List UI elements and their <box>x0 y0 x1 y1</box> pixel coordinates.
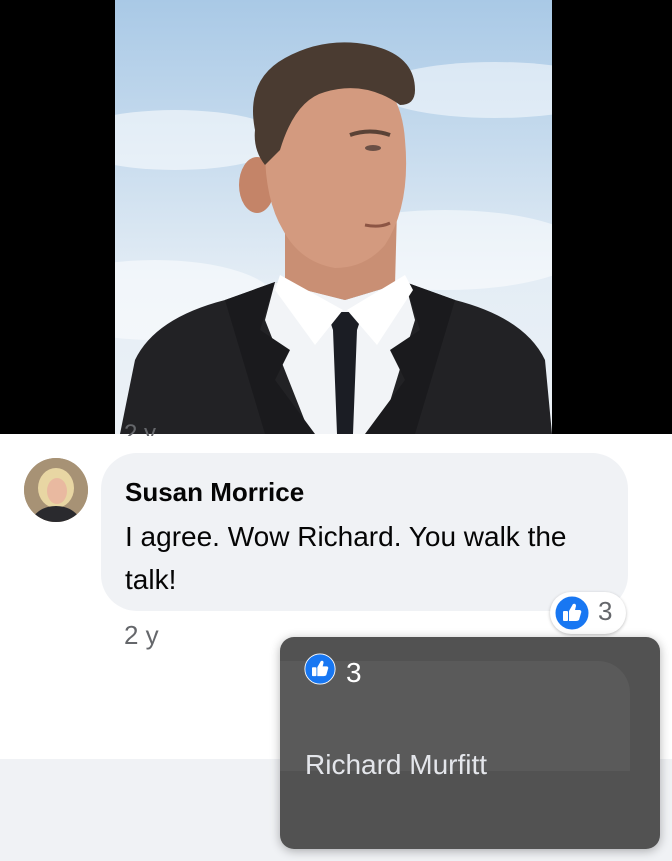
comment-author[interactable]: Susan Morrice <box>125 477 304 508</box>
reaction-summary-button[interactable]: 3 <box>550 592 626 634</box>
avatar-photo <box>24 458 88 522</box>
comment-bubble: Susan Morrice I agree. Wow Richard. You … <box>101 453 628 611</box>
reaction-count: 3 <box>598 596 613 626</box>
post-photo[interactable] <box>115 0 552 434</box>
like-icon <box>554 595 590 636</box>
previous-comment-timestamp[interactable]: 2 y <box>124 424 156 436</box>
portrait-illustration <box>115 42 552 434</box>
like-icon <box>304 653 336 690</box>
media-viewer <box>0 0 672 434</box>
tooltip-reaction-count: 3 <box>346 657 362 688</box>
reactor-name: Richard Murfitt <box>305 749 488 780</box>
comment-text: I agree. Wow Richard. You walk the talk! <box>125 521 567 595</box>
reactions-tooltip: 3 Richard Murfitt <box>280 637 660 849</box>
avatar[interactable] <box>24 458 88 522</box>
comment-timestamp[interactable]: 2 y <box>124 620 159 651</box>
